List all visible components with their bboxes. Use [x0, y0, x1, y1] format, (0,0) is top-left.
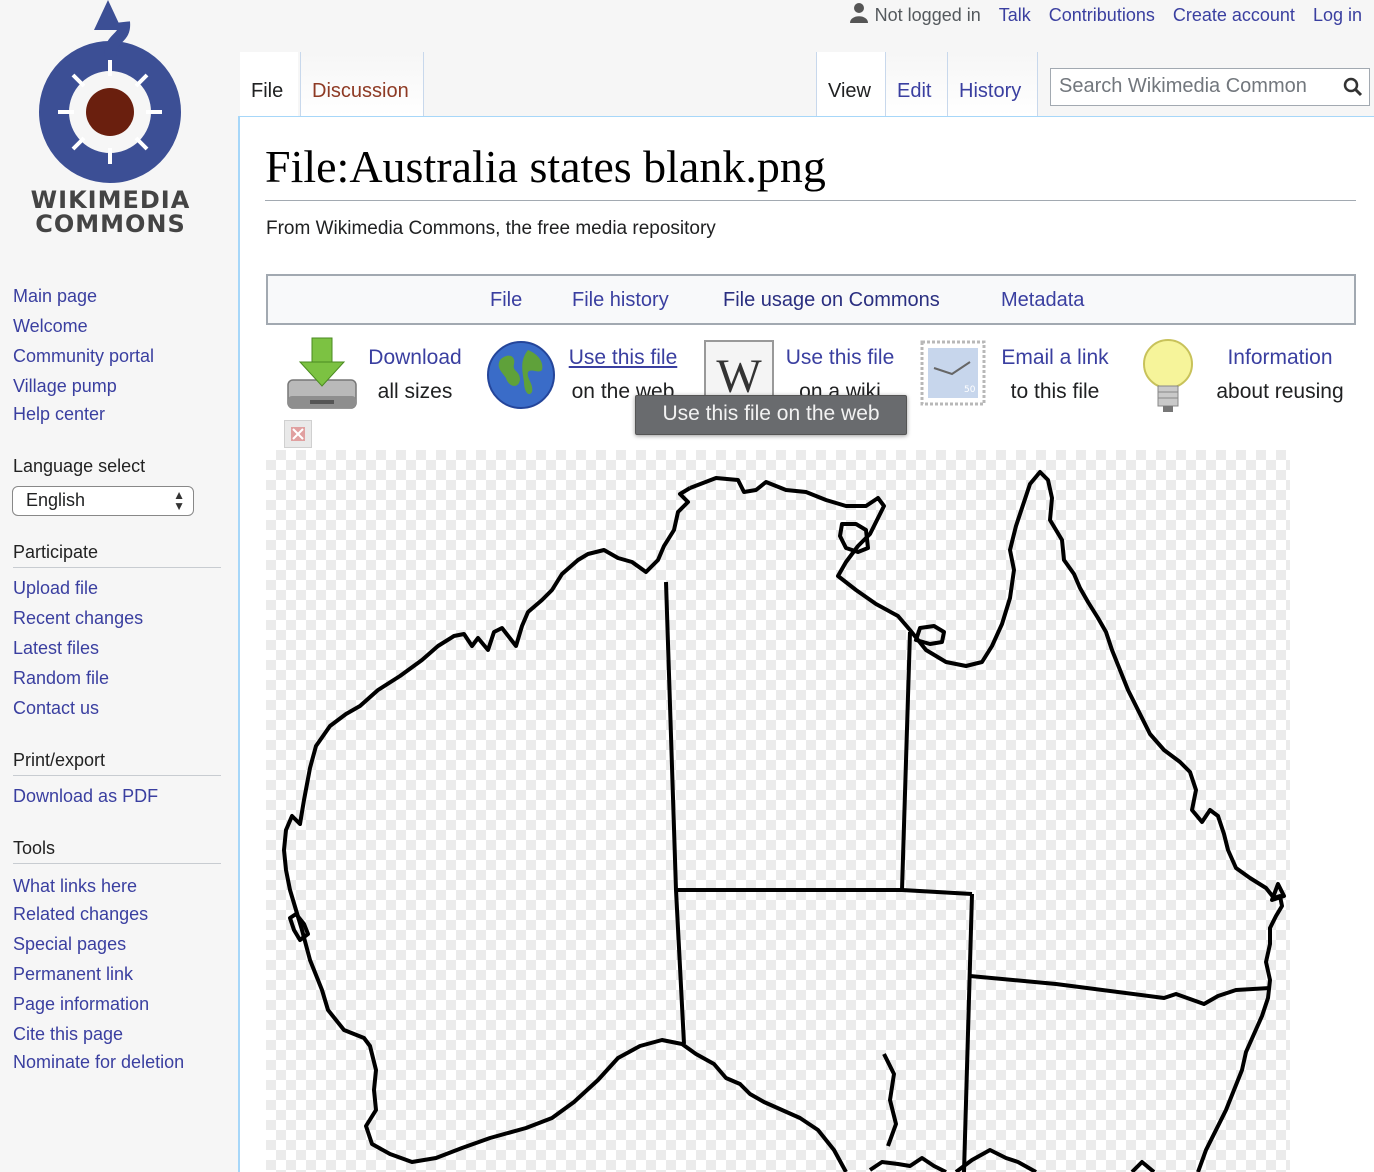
logo-line-1: WIKIMEDIA	[30, 186, 191, 214]
sidebar-item-community-portal[interactable]: Community portal	[13, 346, 154, 367]
sidebar-item-page-information[interactable]: Page information	[13, 994, 149, 1015]
border-nt-sa	[676, 888, 973, 896]
user-icon	[849, 3, 868, 23]
lightbulb-icon[interactable]	[1140, 336, 1196, 414]
download-subtitle: all sizes	[377, 380, 453, 403]
tooltip: Use this file on the web	[635, 395, 907, 435]
sidebar-item-download-pdf[interactable]: Download as PDF	[13, 786, 158, 807]
language-select[interactable]: English ▲ ▼	[12, 486, 194, 516]
wikipedia-w-icon[interactable]: W	[704, 340, 774, 402]
use-file-web-link[interactable]: Use this file	[560, 346, 686, 370]
sidebar-item-what-links-here[interactable]: What links here	[13, 876, 137, 897]
search-icon[interactable]	[1343, 77, 1363, 97]
download-icon[interactable]	[284, 334, 360, 414]
create-account-link[interactable]: Create account	[1173, 5, 1295, 25]
close-button[interactable]	[284, 420, 312, 448]
border-qld-nsw	[969, 974, 1271, 1006]
tab-history[interactable]: History	[948, 52, 1038, 116]
print-export-heading: Print/export	[13, 750, 221, 776]
title-divider	[265, 200, 1356, 201]
email-link[interactable]: Email a link	[994, 346, 1116, 370]
tab-edit[interactable]: Edit	[886, 52, 948, 116]
logo-line-2: COMMONS	[35, 210, 186, 238]
sidebar-item-contact-us[interactable]: Contact us	[13, 698, 99, 719]
sidebar-item-nominate-deletion[interactable]: Nominate for deletion	[13, 1052, 184, 1073]
contributions-link[interactable]: Contributions	[1049, 5, 1155, 25]
file-toc-bar: File File history File usage on Commons …	[266, 274, 1356, 325]
not-logged-in-text: Not logged in	[874, 5, 981, 25]
sidebar-item-latest-files[interactable]: Latest files	[13, 638, 99, 659]
language-select-value: English	[26, 490, 86, 510]
participate-heading: Participate	[13, 542, 221, 568]
personal-tools: Not logged in Talk Contributions Create …	[849, 3, 1362, 26]
sidebar-item-welcome[interactable]: Welcome	[13, 316, 88, 337]
toc-file[interactable]: File	[490, 289, 522, 312]
sidebar-item-permanent-link[interactable]: Permanent link	[13, 964, 133, 985]
search-placeholder: Search Wikimedia Common	[1059, 75, 1307, 97]
tab-discussion[interactable]: Discussion	[300, 52, 424, 116]
sidebar-item-village-pump[interactable]: Village pump	[13, 376, 117, 397]
email-subtitle: to this file	[1010, 380, 1100, 403]
use-file-wiki-link[interactable]: Use this file	[778, 346, 902, 370]
email-stamp-icon[interactable]: 50	[920, 340, 986, 406]
commons-logo-icon	[39, 0, 181, 183]
select-arrows-icon: ▲ ▼	[173, 488, 185, 513]
sidebar-item-main-page[interactable]: Main page	[13, 286, 97, 307]
sidebar-item-related-changes[interactable]: Related changes	[13, 904, 148, 925]
tab-file[interactable]: File	[240, 52, 298, 116]
page-title: File:Australia states blank.png	[265, 141, 826, 192]
search-input[interactable]: Search Wikimedia Common	[1050, 68, 1370, 106]
sidebar-item-help-center[interactable]: Help center	[13, 404, 105, 425]
download-link[interactable]: Download	[360, 346, 470, 370]
border-nt-qld	[900, 631, 912, 891]
sidebar-item-recent-changes[interactable]: Recent changes	[13, 608, 143, 629]
svg-text:50: 50	[964, 385, 976, 395]
map-coastline	[689, 470, 1284, 1172]
talk-link[interactable]: Talk	[999, 5, 1031, 25]
information-subtitle: about reusing	[1216, 380, 1344, 403]
sidebar-item-special-pages[interactable]: Special pages	[13, 934, 126, 955]
sidebar-item-cite-this-page[interactable]: Cite this page	[13, 1024, 123, 1045]
toc-file-history[interactable]: File history	[572, 289, 669, 312]
tab-view[interactable]: View	[816, 52, 886, 116]
wikimedia-commons-logo[interactable]: WIKIMEDIA COMMONS	[18, 0, 203, 240]
sidebar-item-upload-file[interactable]: Upload file	[13, 578, 98, 599]
toc-metadata[interactable]: Metadata	[1001, 289, 1084, 312]
sidebar-item-random-file[interactable]: Random file	[13, 668, 109, 689]
logo-wordmark: WIKIMEDIA COMMONS	[18, 188, 203, 236]
log-in-link[interactable]: Log in	[1313, 5, 1362, 25]
toc-file-usage[interactable]: File usage on Commons	[723, 289, 940, 312]
globe-icon[interactable]	[486, 340, 556, 410]
border-wa	[664, 581, 686, 1045]
file-preview-image[interactable]	[266, 450, 1290, 1172]
border-sa-qld	[962, 893, 974, 1172]
site-tagline: From Wikimedia Commons, the free media r…	[266, 218, 716, 239]
language-select-heading: Language select	[13, 456, 146, 476]
tools-heading: Tools	[13, 838, 221, 864]
australia-map-image	[282, 470, 1286, 1172]
information-link[interactable]: Information	[1206, 346, 1354, 370]
close-icon	[291, 427, 305, 441]
